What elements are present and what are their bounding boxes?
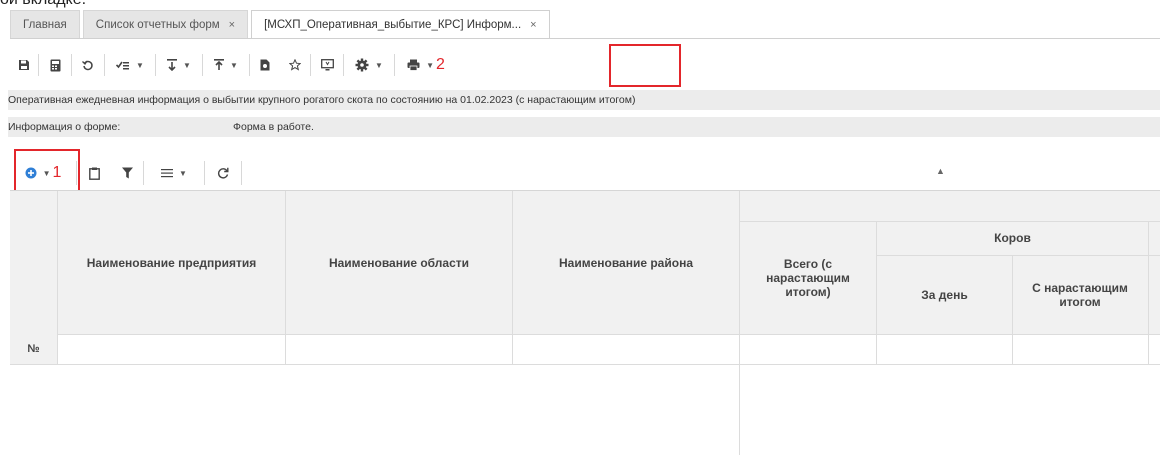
add-highlight-box	[14, 149, 80, 193]
calculate-button[interactable]	[39, 49, 71, 81]
chevron-down-icon: ▼	[426, 60, 434, 70]
print-dropdown[interactable]: ▼ 2	[395, 49, 457, 81]
tab-current-form[interactable]: [МСХП_Оперативная_выбытие_КРС] Информ...…	[251, 10, 550, 38]
tab-label: [МСХП_Оперативная_выбытие_КРС] Информ...	[264, 18, 522, 31]
column-header-enterprise[interactable]: Наименование предприятия	[58, 191, 285, 334]
favorite-button[interactable]	[280, 49, 310, 81]
list-view-dropdown[interactable]: ▼	[144, 155, 204, 191]
document-button[interactable]	[250, 49, 280, 81]
column-header-cows[interactable]: Коров	[877, 221, 1148, 255]
paste-button[interactable]	[77, 155, 111, 191]
close-icon[interactable]: ×	[229, 19, 235, 31]
chevron-down-icon: ▼	[179, 168, 187, 178]
import-dropdown[interactable]: ▼	[156, 49, 202, 81]
undo-icon	[82, 60, 93, 71]
monitor-icon	[320, 59, 334, 71]
export-icon	[214, 59, 225, 70]
tab-home[interactable]: Главная	[10, 10, 80, 38]
print-highlight-box	[609, 44, 681, 87]
form-info-row: Информация о форме: Форма в работе.	[8, 117, 1160, 137]
form-title-row: Оперативная ежедневная информация о выбы…	[8, 90, 1160, 110]
list-icon	[161, 169, 174, 178]
star-icon	[289, 59, 301, 71]
column-header-region[interactable]: Наименование области	[286, 191, 512, 334]
row-bottom-line	[10, 364, 1160, 365]
filter-button[interactable]	[111, 155, 143, 191]
tab-label: Главная	[23, 18, 67, 31]
form-info-value: Форма в работе.	[233, 121, 314, 133]
data-grid: Наименование предприятия Наименование об…	[10, 190, 1160, 455]
export-dropdown[interactable]: ▼	[203, 49, 249, 81]
save-button[interactable]	[10, 49, 38, 81]
toolbar-separator	[241, 161, 242, 185]
chevron-down-icon: ▼	[183, 60, 191, 70]
gear-icon	[355, 58, 369, 72]
collapse-up-icon[interactable]: ▲	[936, 166, 945, 176]
main-toolbar: ▼ ▼ ▼ ▼ ▼ 2	[10, 49, 457, 81]
form-title: Оперативная ежедневная информация о выбы…	[8, 94, 636, 106]
annotation-marker-2: 2	[436, 56, 445, 73]
column-header-district[interactable]: Наименование района	[513, 191, 739, 334]
chevron-down-icon: ▼	[375, 60, 383, 70]
checklist-icon	[116, 61, 130, 69]
checklist-dropdown[interactable]: ▼	[105, 49, 155, 81]
column-divider	[1148, 221, 1149, 364]
tab-bar: Главная Список отчетных форм × [МСХП_Опе…	[10, 10, 1160, 38]
filter-icon	[121, 167, 133, 179]
header-bottom-line	[10, 334, 1160, 335]
column-header-total[interactable]: Всего (с нарастающим итогом)	[762, 221, 854, 334]
save-icon	[19, 60, 29, 70]
import-icon	[167, 59, 178, 71]
chevron-down-icon: ▼	[136, 60, 144, 70]
column-divider	[1012, 255, 1013, 364]
undo-button[interactable]	[72, 49, 104, 81]
calculator-icon	[50, 59, 60, 71]
row-number-header: №	[10, 334, 57, 364]
form-info-label: Информация о форме:	[8, 121, 121, 133]
refresh-button[interactable]	[205, 155, 241, 191]
settings-dropdown[interactable]: ▼	[344, 49, 394, 81]
tab-label: Список отчетных форм	[95, 18, 220, 31]
column-header-cows-day[interactable]: За день	[877, 255, 1012, 334]
column-divider	[739, 191, 740, 455]
close-icon[interactable]: ×	[530, 19, 536, 31]
column-header-cows-cumulative[interactable]: С нарастающим итогом	[1032, 255, 1128, 334]
tab-divider	[10, 38, 1160, 39]
tab-report-forms-list[interactable]: Список отчетных форм ×	[82, 10, 249, 38]
refresh-icon	[217, 167, 229, 179]
clipboard-icon	[88, 167, 100, 180]
preview-button[interactable]	[311, 49, 343, 81]
caption-fragment: ой вкладке.	[0, 0, 86, 9]
chevron-down-icon: ▼	[230, 60, 238, 70]
print-icon	[407, 59, 420, 71]
document-icon	[260, 59, 270, 71]
